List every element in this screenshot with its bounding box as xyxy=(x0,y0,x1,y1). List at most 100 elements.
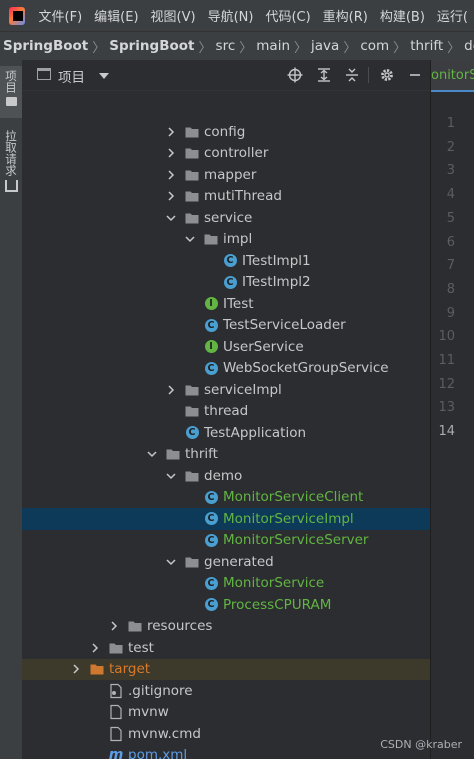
breadcrumb-demo[interactable]: demo xyxy=(461,38,474,54)
breadcrumb-separator: 〉 xyxy=(198,40,212,56)
chevron-down-icon[interactable] xyxy=(146,448,158,460)
breadcrumb-src[interactable]: src xyxy=(213,38,239,54)
tree-row[interactable]: C ITestImpl2 xyxy=(22,272,430,294)
tool-window-strip: 项目 拉取请求 xyxy=(0,60,23,759)
hide-panel-icon[interactable] xyxy=(407,67,423,83)
tree-row[interactable]: test xyxy=(22,637,430,659)
locate-icon[interactable] xyxy=(287,67,303,83)
breadcrumb-separator: 〉 xyxy=(447,40,461,56)
breadcrumb-project[interactable]: SpringBoot xyxy=(0,38,91,54)
pull-request-icon xyxy=(4,180,18,192)
class-icon: C xyxy=(203,597,219,613)
file-icon xyxy=(108,704,124,720)
class-icon: C xyxy=(203,575,219,591)
tree-row[interactable]: controller xyxy=(22,143,430,165)
chevron-right-icon[interactable] xyxy=(165,190,177,202)
line-number: 2 xyxy=(446,139,455,155)
tree-item-label: ProcessCPURAM xyxy=(223,596,332,613)
gear-icon[interactable] xyxy=(379,67,395,83)
breadcrumb-module[interactable]: SpringBoot xyxy=(106,38,197,54)
class-icon: C xyxy=(222,253,238,269)
breadcrumb-com[interactable]: com xyxy=(357,38,392,54)
breadcrumb-thrift[interactable]: thrift xyxy=(407,38,446,54)
tree-row[interactable]: config xyxy=(22,121,430,143)
tree-row[interactable]: target xyxy=(22,658,430,680)
view-dropdown-icon[interactable] xyxy=(99,73,109,79)
tree-row[interactable]: C MonitorServiceServer xyxy=(22,530,430,552)
tree-item-label: mvnw.cmd xyxy=(128,725,201,742)
class-icon: C xyxy=(203,489,219,505)
tree-row[interactable]: C TestServiceLoader xyxy=(22,315,430,337)
menu-navigate[interactable]: 导航(N) xyxy=(202,6,260,25)
chevron-right-icon[interactable] xyxy=(165,147,177,159)
menu-file[interactable]: 文件(F) xyxy=(33,6,89,25)
breadcrumb-separator: 〉 xyxy=(294,40,308,56)
tree-item-label: UserService xyxy=(223,338,304,355)
chevron-down-icon[interactable] xyxy=(184,233,196,245)
line-number: 1 xyxy=(446,116,455,131)
tree-row[interactable]: C MonitorService xyxy=(22,573,430,595)
tree-row[interactable]: C MonitorServiceClient xyxy=(22,487,430,509)
tree-row[interactable]: I ITest xyxy=(22,293,430,315)
tree-row[interactable]: mvnw.cmd xyxy=(22,723,430,745)
line-number: 11 xyxy=(438,353,455,368)
chevron-right-icon[interactable] xyxy=(108,620,120,632)
editor-tab[interactable]: onitorS xyxy=(431,60,474,92)
menu-view[interactable]: 视图(V) xyxy=(145,6,202,25)
chevron-down-icon[interactable] xyxy=(165,212,177,224)
menu-run[interactable]: 运行( xyxy=(431,6,474,25)
tree-item-label: pom.xml xyxy=(128,747,188,759)
tree-row[interactable]: C MonitorServiceImpl xyxy=(22,508,430,530)
tree-row[interactable]: .gitignore xyxy=(22,680,430,702)
tree-row[interactable]: mvnw xyxy=(22,702,430,724)
breadcrumb-main[interactable]: main xyxy=(253,38,293,54)
menu-edit[interactable]: 编辑(E) xyxy=(88,6,144,25)
maven-icon: m xyxy=(108,747,124,759)
tree-row[interactable]: m pom.xml xyxy=(22,745,430,759)
tree-item-label: .gitignore xyxy=(128,682,193,699)
tree-row[interactable]: demo xyxy=(22,465,430,487)
tree-row[interactable]: generated xyxy=(22,551,430,573)
tree-row[interactable]: impl xyxy=(22,229,430,251)
tree-row[interactable]: resources xyxy=(22,616,430,638)
chevron-right-icon[interactable] xyxy=(165,384,177,396)
tree-row[interactable]: C WebSocketGroupService xyxy=(22,358,430,380)
tree-row[interactable]: thrift xyxy=(22,444,430,466)
chevron-down-icon[interactable] xyxy=(165,470,177,482)
tree-row[interactable]: C ITestImpl1 xyxy=(22,250,430,272)
tree-row[interactable]: C ProcessCPURAM xyxy=(22,594,430,616)
strip-tab-project[interactable]: 项目 xyxy=(0,66,22,118)
class-icon: C xyxy=(222,274,238,290)
tree-row[interactable]: serviceImpl xyxy=(22,379,430,401)
strip-tab-pull-requests[interactable]: 拉取请求 xyxy=(0,126,22,194)
folder-icon xyxy=(184,167,200,183)
tree-row[interactable]: I UserService xyxy=(22,336,430,358)
menu-build[interactable]: 构建(B) xyxy=(374,6,431,25)
folder-icon xyxy=(184,382,200,398)
collapse-all-icon[interactable] xyxy=(344,67,360,83)
chevron-right-icon[interactable] xyxy=(165,169,177,181)
chevron-right-icon[interactable] xyxy=(89,642,101,654)
tree-row[interactable]: mapper xyxy=(22,164,430,186)
tree-row[interactable]: mutiThread xyxy=(22,186,430,208)
intellij-logo-icon[interactable] xyxy=(9,6,25,25)
tree-item-label: test xyxy=(128,639,154,656)
tree-row[interactable]: C TestApplication xyxy=(22,422,430,444)
tree-item-label: TestApplication xyxy=(204,424,307,441)
line-number: 12 xyxy=(438,376,455,392)
chevron-down-icon[interactable] xyxy=(165,556,177,568)
breadcrumb-java[interactable]: java xyxy=(308,38,342,54)
tree-row[interactable]: service xyxy=(22,207,430,229)
class-icon: C xyxy=(203,360,219,376)
tree-item-label: MonitorServiceServer xyxy=(223,532,369,549)
tree-row[interactable]: thread xyxy=(22,401,430,423)
folder-icon xyxy=(184,468,200,484)
expand-all-icon[interactable] xyxy=(316,67,332,83)
file-icon xyxy=(108,726,124,742)
menu-refactor[interactable]: 重构(R) xyxy=(317,6,374,25)
chevron-right-icon[interactable] xyxy=(70,663,82,675)
tree-item-label: MonitorService xyxy=(223,575,325,592)
menu-code[interactable]: 代码(C) xyxy=(259,6,316,25)
tree-item-label: MonitorServiceClient xyxy=(223,489,364,506)
chevron-right-icon[interactable] xyxy=(165,126,177,138)
